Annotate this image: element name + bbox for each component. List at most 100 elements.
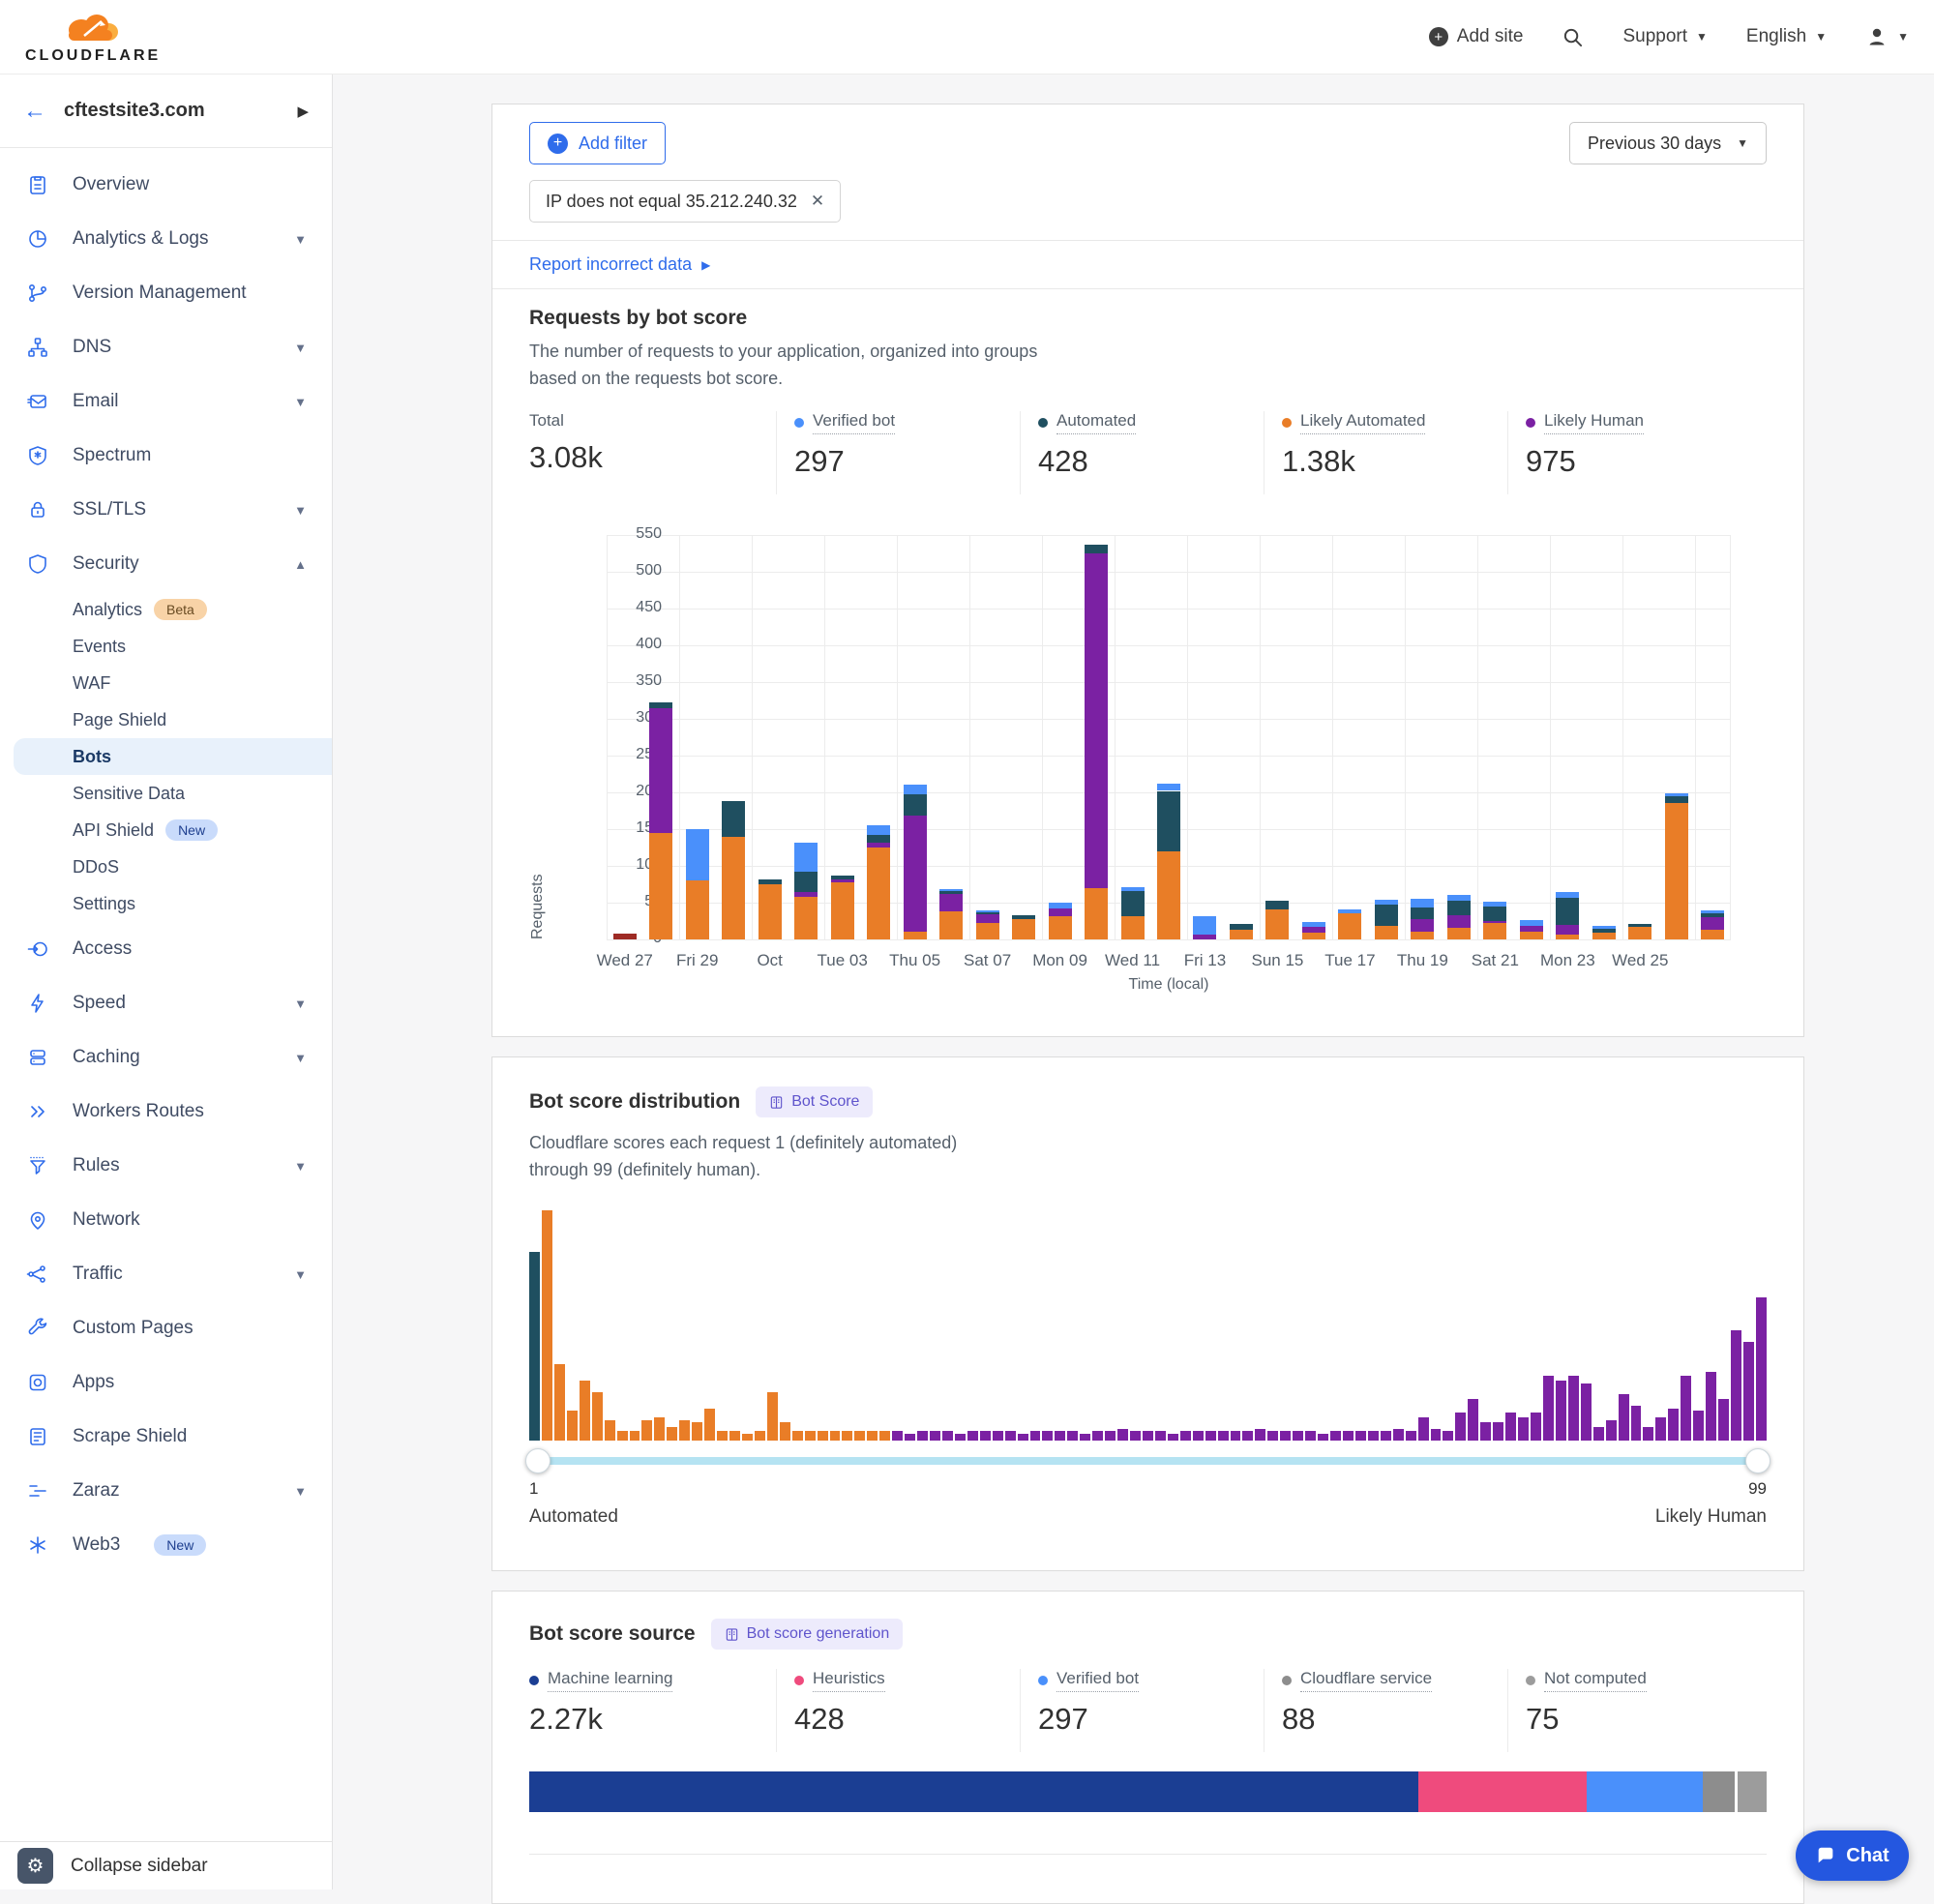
sidebar-item-spectrum[interactable]: Spectrum — [0, 429, 332, 483]
add-site-button[interactable]: + Add site — [1429, 26, 1524, 47]
sidebar-item-workers-routes[interactable]: Workers Routes — [0, 1085, 332, 1139]
stat-label[interactable]: Verified bot — [1056, 1669, 1139, 1692]
x-axis-tick: Fri 13 — [1184, 951, 1226, 970]
slider-handle-max[interactable] — [1745, 1448, 1770, 1473]
collapse-sidebar-button[interactable]: Collapse sidebar — [71, 1856, 208, 1877]
language-menu[interactable]: English ▼ — [1746, 26, 1827, 47]
sidebar-subitem-api-shield[interactable]: API ShieldNew — [0, 812, 332, 848]
histogram-bar — [554, 1364, 565, 1441]
stat-label[interactable]: Likely Automated — [1300, 411, 1425, 434]
histogram-bar — [1355, 1431, 1366, 1441]
histogram-bar — [1242, 1431, 1253, 1441]
sidebar-item-network[interactable]: Network — [0, 1193, 332, 1247]
sidebar-subitem-label: Sensitive Data — [73, 784, 185, 804]
slider-track[interactable] — [529, 1457, 1767, 1465]
close-icon[interactable]: ✕ — [811, 192, 824, 211]
chevron-down-icon: ▼ — [294, 1267, 307, 1282]
sidebar-item-dns[interactable]: DNS▼ — [0, 320, 332, 374]
support-menu[interactable]: Support ▼ — [1622, 26, 1707, 47]
stat-label[interactable]: Heuristics — [813, 1669, 885, 1692]
sidebar-subitem-events[interactable]: Events — [0, 628, 332, 665]
chevron-right-icon[interactable]: ▶ — [297, 103, 309, 120]
histogram-bar — [1180, 1431, 1191, 1441]
sidebar-item-security[interactable]: Security▲ — [0, 537, 332, 591]
stat-value: 75 — [1526, 1702, 1751, 1737]
search-button[interactable] — [1562, 26, 1584, 48]
sidebar-subitem-bots[interactable]: Bots — [14, 738, 332, 775]
sidebar-item-apps[interactable]: Apps — [0, 1355, 332, 1410]
chat-button[interactable]: Chat — [1796, 1830, 1909, 1881]
new-badge: New — [154, 1534, 206, 1556]
stat-label[interactable]: Automated — [1056, 411, 1136, 434]
gridline — [824, 535, 825, 939]
stacked-bar — [1701, 535, 1724, 939]
report-incorrect-data-link[interactable]: Report incorrect data — [529, 254, 692, 275]
sidebar-item-analytics-logs[interactable]: Analytics & Logs▼ — [0, 212, 332, 266]
histogram-bar — [1406, 1431, 1416, 1441]
sidebar-item-zaraz[interactable]: Zaraz▼ — [0, 1464, 332, 1518]
sidebar-item-overview[interactable]: Overview — [0, 158, 332, 212]
sidebar-subitem-settings[interactable]: Settings — [0, 885, 332, 922]
source-segment-heuristics — [1418, 1771, 1586, 1812]
legend-dot-icon — [1282, 1676, 1292, 1685]
x-axis-tick: Sat 21 — [1472, 951, 1519, 970]
sidebar-subitem-waf[interactable]: WAF — [0, 665, 332, 701]
bar-segment — [1556, 892, 1579, 898]
sidebar-item-custom-pages[interactable]: Custom Pages — [0, 1301, 332, 1355]
sidebar-item-ssl-tls[interactable]: SSL/TLS▼ — [0, 483, 332, 537]
sidebar-item-label: Speed — [73, 993, 126, 1014]
chevron-down-icon: ▼ — [294, 341, 307, 355]
sidebar-item-email[interactable]: Email▼ — [0, 374, 332, 429]
sidebar-item-version-management[interactable]: Version Management — [0, 266, 332, 320]
gear-icon[interactable]: ⚙ — [17, 1848, 53, 1884]
stacked-bar — [1520, 535, 1543, 939]
bar-segment — [904, 816, 927, 932]
bot-score-generation-badge[interactable]: Bot score generation — [711, 1619, 904, 1650]
sidebar-item-label: Workers Routes — [73, 1101, 204, 1122]
sidebar-subitem-ddos[interactable]: DDoS — [0, 848, 332, 885]
slider-handle-min[interactable] — [525, 1448, 550, 1473]
sidebar-item-caching[interactable]: Caching▼ — [0, 1030, 332, 1085]
stat-label[interactable]: Not computed — [1544, 1669, 1647, 1692]
sidebar-subitem-analytics[interactable]: AnalyticsBeta — [0, 591, 332, 628]
stat-label[interactable]: Cloudflare service — [1300, 1669, 1432, 1692]
bar-segment — [1375, 905, 1398, 927]
stat-label[interactable]: Likely Human — [1544, 411, 1644, 434]
speed-icon — [25, 992, 50, 1015]
stat-verified-bot: Verified bot297 — [776, 411, 1020, 494]
sidebar-item-traffic[interactable]: Traffic▼ — [0, 1247, 332, 1301]
x-axis-tick: Wed 25 — [1612, 951, 1668, 970]
bar-segment — [649, 702, 672, 707]
account-menu[interactable]: ▼ — [1865, 25, 1909, 48]
stat-label[interactable]: Machine learning — [548, 1669, 672, 1692]
sidebar-item-speed[interactable]: Speed▼ — [0, 976, 332, 1030]
sidebar-item-access[interactable]: Access — [0, 922, 332, 976]
stat-label[interactable]: Verified bot — [813, 411, 895, 434]
add-filter-button[interactable]: + Add filter — [529, 122, 666, 164]
zaraz-icon — [25, 1479, 50, 1502]
bar-segment — [1230, 930, 1253, 939]
histogram-bar — [1318, 1434, 1328, 1441]
histogram-bar — [1743, 1342, 1754, 1441]
histogram-bar — [1480, 1422, 1491, 1441]
bar-segment — [1483, 902, 1506, 907]
bot-score-badge[interactable]: Bot Score — [756, 1086, 873, 1117]
histogram-bar — [1668, 1409, 1679, 1441]
gridline — [1405, 535, 1406, 939]
filter-chip[interactable]: IP does not equal 35.212.240.32 ✕ — [529, 180, 841, 223]
back-arrow-icon[interactable]: ← — [23, 98, 46, 125]
histogram-bar — [617, 1431, 628, 1441]
sidebar-item-scrape-shield[interactable]: Scrape Shield — [0, 1410, 332, 1464]
stacked-bar — [1338, 535, 1361, 939]
legend-dot-icon — [794, 1676, 804, 1685]
distribution-card: Bot score distribution Bot Score Cloudfl… — [491, 1056, 1804, 1571]
sidebar-subitem-sensitive-data[interactable]: Sensitive Data — [0, 775, 332, 812]
date-range-select[interactable]: Previous 30 days ▼ — [1569, 122, 1767, 164]
chevron-down-icon: ▼ — [1737, 136, 1748, 150]
sidebar-subitem-page-shield[interactable]: Page Shield — [0, 701, 332, 738]
bot-score-generation-badge-label: Bot score generation — [747, 1625, 890, 1643]
cloudflare-logo[interactable]: CLOUDFLARE — [25, 11, 161, 64]
sidebar-item-web3[interactable]: Web3New — [0, 1518, 332, 1572]
sidebar-item-rules[interactable]: Rules▼ — [0, 1139, 332, 1193]
site-switcher[interactable]: ← cftestsite3.com ▶ — [0, 74, 332, 148]
